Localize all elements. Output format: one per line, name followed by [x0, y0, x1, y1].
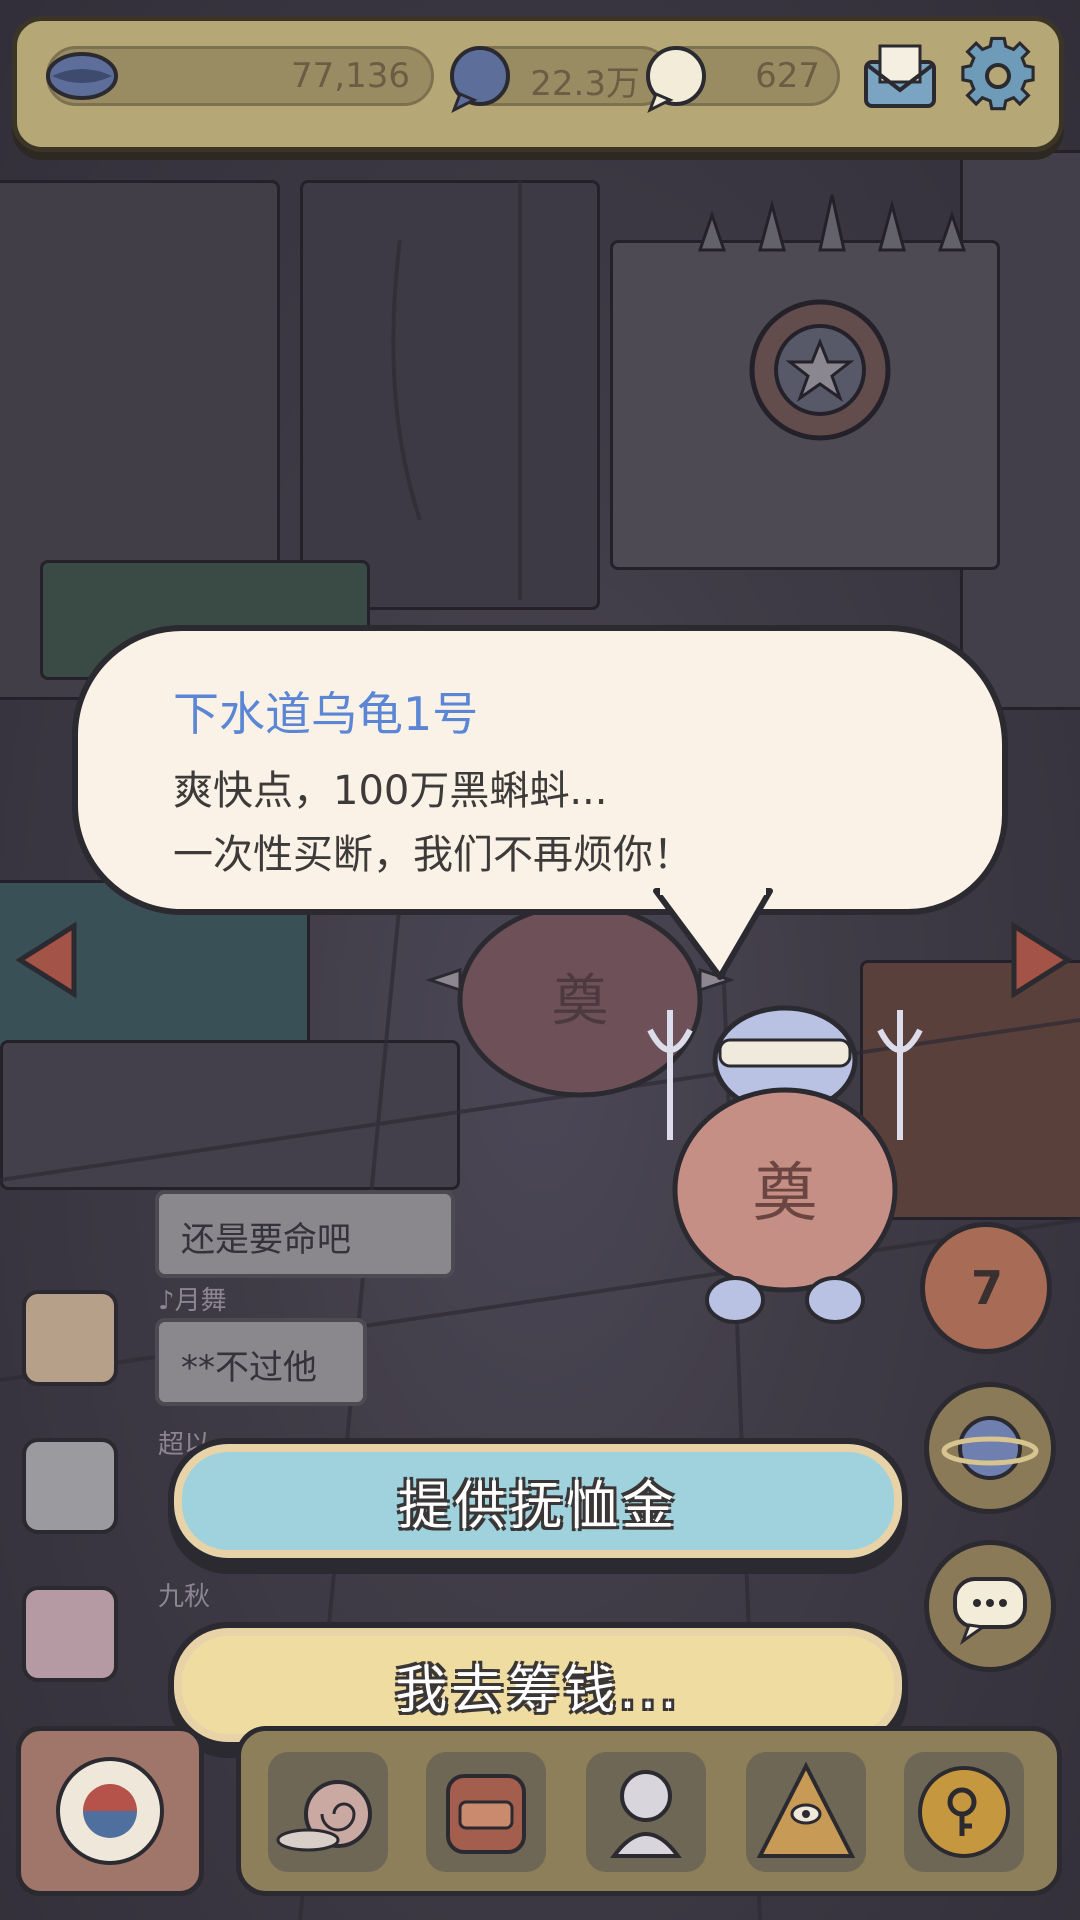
pyramid-eye-icon — [756, 1761, 856, 1858]
coins-value: 77,136 — [291, 56, 410, 96]
backpack-icon — [446, 1774, 526, 1854]
chat-username: 九秋 — [158, 1582, 211, 1612]
gear-icon[interactable] — [958, 36, 1038, 116]
chat-button[interactable] — [924, 1540, 1056, 1672]
dialog-line-1: 爽快点，100万黑蝌蚪... — [173, 768, 608, 814]
bubbles-value: 22.3万 — [530, 64, 640, 104]
snail-icon — [276, 1780, 372, 1852]
chat-message-text: **不过他 — [181, 1348, 317, 1388]
flag-emblem-icon — [56, 1757, 164, 1865]
chat-avatar-angry-face — [22, 1438, 118, 1534]
lips-coin-icon — [46, 52, 118, 100]
chat-avatar-snail-pink — [22, 1586, 118, 1682]
chat-message: 还是要命吧 — [155, 1190, 455, 1278]
chat-message: **不过他 — [155, 1318, 367, 1406]
speech-bubble-light-icon — [646, 46, 706, 114]
dialog-bubble-tail — [653, 885, 773, 980]
nav-pyramid[interactable] — [746, 1752, 866, 1872]
dialog-line-2: 一次性买断，我们不再烦你！ — [173, 832, 693, 878]
nav-backpack[interactable] — [426, 1752, 546, 1872]
dialog-speaker-name: 下水道乌龟1号 — [173, 687, 479, 741]
speech-bubble-dark-icon — [450, 46, 510, 114]
statue-bust-icon — [610, 1770, 682, 1858]
left-arrow-button[interactable] — [14, 920, 80, 1000]
chat-username: ♪月舞 — [158, 1286, 227, 1316]
chat-avatar-snail — [22, 1290, 118, 1386]
svg-text:奠: 奠 — [552, 969, 608, 1034]
nav-coin[interactable] — [904, 1752, 1024, 1872]
home-flag-button[interactable] — [16, 1726, 204, 1896]
planet-icon — [941, 1416, 1039, 1480]
key-coin-icon — [918, 1766, 1010, 1858]
nav-statue[interactable] — [586, 1752, 706, 1872]
right-arrow-button[interactable] — [1008, 920, 1074, 1000]
level-badge-button[interactable]: 7 — [920, 1222, 1052, 1354]
provide-compensation-button[interactable]: 提供抚恤金 — [168, 1438, 908, 1564]
level-badge-number: 7 — [971, 1261, 1004, 1315]
chat-icon — [953, 1577, 1027, 1646]
chat-message-text: 还是要命吧 — [181, 1220, 351, 1260]
mail-icon[interactable] — [862, 40, 938, 110]
planet-button[interactable] — [924, 1382, 1056, 1514]
nav-snail[interactable] — [268, 1752, 388, 1872]
turtle-speaker-character: 奠 — [647, 1005, 923, 1324]
svg-text:奠: 奠 — [753, 1157, 817, 1231]
messages-value: 627 — [755, 56, 820, 96]
